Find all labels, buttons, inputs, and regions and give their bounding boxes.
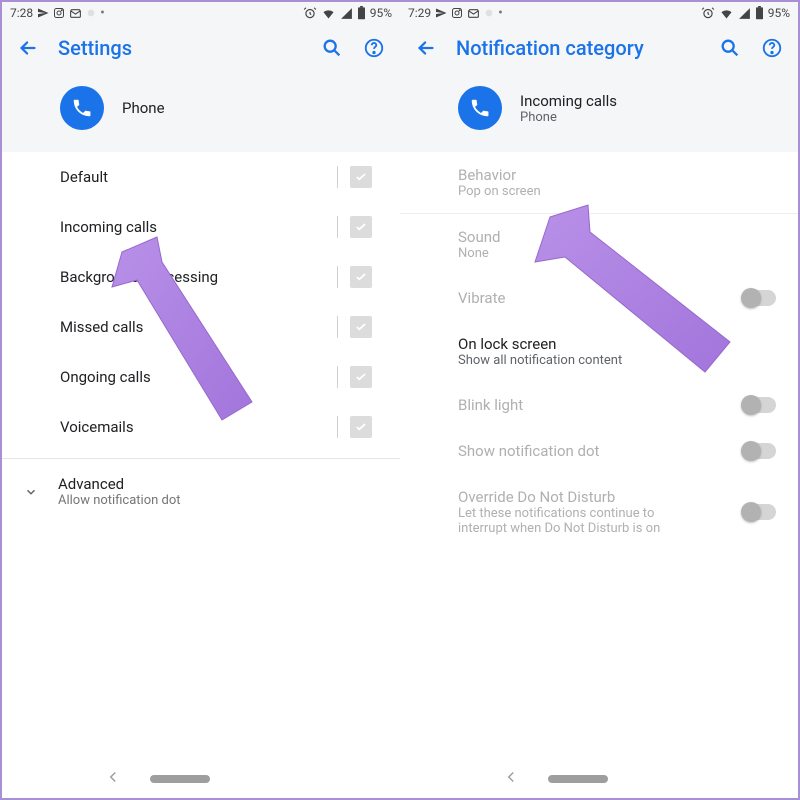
circle-icon <box>484 8 494 18</box>
row-title: Behavior <box>458 166 541 184</box>
row-vibrate[interactable]: Vibrate <box>400 275 798 321</box>
category-label: Default <box>60 168 108 186</box>
app-bar: Notification category <box>400 24 798 68</box>
nav-home-button[interactable] <box>150 775 210 783</box>
category-label: Incoming calls <box>60 218 157 236</box>
row-sub: Pop on screen <box>458 184 541 199</box>
search-button[interactable] <box>320 36 344 60</box>
category-label: Missed calls <box>60 318 143 336</box>
category-missed-calls[interactable]: Missed calls <box>2 302 400 352</box>
phone-app-icon <box>458 86 502 130</box>
status-battery: 95% <box>370 6 392 20</box>
row-sound[interactable]: Sound None <box>400 214 798 275</box>
row-sub: None <box>458 246 500 261</box>
wifi-icon <box>719 6 734 21</box>
category-sub: Phone <box>520 110 617 125</box>
alarm-icon <box>701 6 715 20</box>
mail-icon <box>467 7 480 20</box>
row-title: Vibrate <box>458 289 505 307</box>
category-default[interactable]: Default <box>2 152 400 202</box>
status-bar: 7:29 • 95% <box>400 2 798 24</box>
help-icon <box>363 37 385 59</box>
category-header: Incoming calls Phone <box>400 68 798 152</box>
app-header: Phone <box>2 68 400 152</box>
back-button[interactable] <box>414 36 438 60</box>
checkbox[interactable] <box>350 416 372 438</box>
advanced-title: Advanced <box>58 475 181 493</box>
category-label: Ongoing calls <box>60 368 151 386</box>
advanced-row[interactable]: Advanced Allow notification dot <box>2 459 400 524</box>
row-sub: Show all notification content <box>458 353 622 368</box>
checkbox[interactable] <box>350 266 372 288</box>
toggle[interactable] <box>742 397 776 413</box>
signal-icon <box>340 7 353 20</box>
screen-notification-category: 7:29 • 95% Notification category <box>400 2 798 798</box>
status-battery: 95% <box>768 6 790 20</box>
checkbox[interactable] <box>350 166 372 188</box>
search-icon <box>719 37 741 59</box>
signal-icon <box>738 7 751 20</box>
category-ongoing-calls[interactable]: Ongoing calls <box>2 352 400 402</box>
battery-icon <box>357 6 366 20</box>
row-title: On lock screen <box>458 335 622 353</box>
advanced-sub: Allow notification dot <box>58 493 181 508</box>
status-bar: 7:28 • 95% <box>2 2 400 24</box>
row-blink-light[interactable]: Blink light <box>400 382 798 428</box>
nav-back-button[interactable] <box>104 768 122 790</box>
row-title: Sound <box>458 228 500 246</box>
row-notification-dot[interactable]: Show notification dot <box>400 428 798 474</box>
category-label: Background Processing <box>60 268 218 286</box>
checkbox[interactable] <box>350 316 372 338</box>
category-list: Default Incoming calls Background Proces… <box>2 152 400 524</box>
nav-home-button[interactable] <box>548 775 608 783</box>
app-name: Phone <box>122 99 165 117</box>
search-button[interactable] <box>718 36 742 60</box>
nav-bar <box>2 760 400 798</box>
battery-icon <box>755 6 764 20</box>
screen-settings: 7:28 • 95% Settings <box>2 2 400 798</box>
alarm-icon <box>303 6 317 20</box>
row-override-dnd[interactable]: Override Do Not Disturb Let these notifi… <box>400 474 798 550</box>
checkbox[interactable] <box>350 216 372 238</box>
help-button[interactable] <box>362 36 386 60</box>
category-incoming-calls[interactable]: Incoming calls <box>2 202 400 252</box>
category-background-processing[interactable]: Background Processing <box>2 252 400 302</box>
instagram-icon <box>451 7 463 19</box>
wifi-icon <box>321 6 336 21</box>
row-sub: Let these notifications continue to inte… <box>458 506 698 536</box>
toggle[interactable] <box>742 504 776 520</box>
nav-bar <box>400 760 798 798</box>
near-icon <box>37 7 49 19</box>
row-lock-screen[interactable]: On lock screen Show all notification con… <box>400 321 798 382</box>
search-icon <box>321 37 343 59</box>
row-title: Override Do Not Disturb <box>458 488 698 506</box>
category-voicemails[interactable]: Voicemails <box>2 402 400 452</box>
page-title: Settings <box>58 36 302 60</box>
mail-icon <box>69 7 82 20</box>
app-bar: Settings <box>2 24 400 68</box>
circle-icon <box>86 8 96 18</box>
help-icon <box>761 37 783 59</box>
status-time: 7:29 <box>408 6 431 20</box>
nav-back-button[interactable] <box>502 768 520 790</box>
near-icon <box>435 7 447 19</box>
phone-app-icon <box>60 86 104 130</box>
row-behavior[interactable]: Behavior Pop on screen <box>400 152 798 213</box>
back-button[interactable] <box>16 36 40 60</box>
status-time: 7:28 <box>10 6 33 20</box>
help-button[interactable] <box>760 36 784 60</box>
row-title: Blink light <box>458 396 523 414</box>
toggle[interactable] <box>742 443 776 459</box>
instagram-icon <box>53 7 65 19</box>
row-title: Show notification dot <box>458 442 599 460</box>
checkbox[interactable] <box>350 366 372 388</box>
page-title: Notification category <box>456 36 700 60</box>
category-label: Voicemails <box>60 418 134 436</box>
toggle[interactable] <box>742 290 776 306</box>
category-title: Incoming calls <box>520 92 617 110</box>
chevron-down-icon <box>22 485 40 499</box>
settings-list: Behavior Pop on screen Sound None Vibrat… <box>400 152 798 550</box>
